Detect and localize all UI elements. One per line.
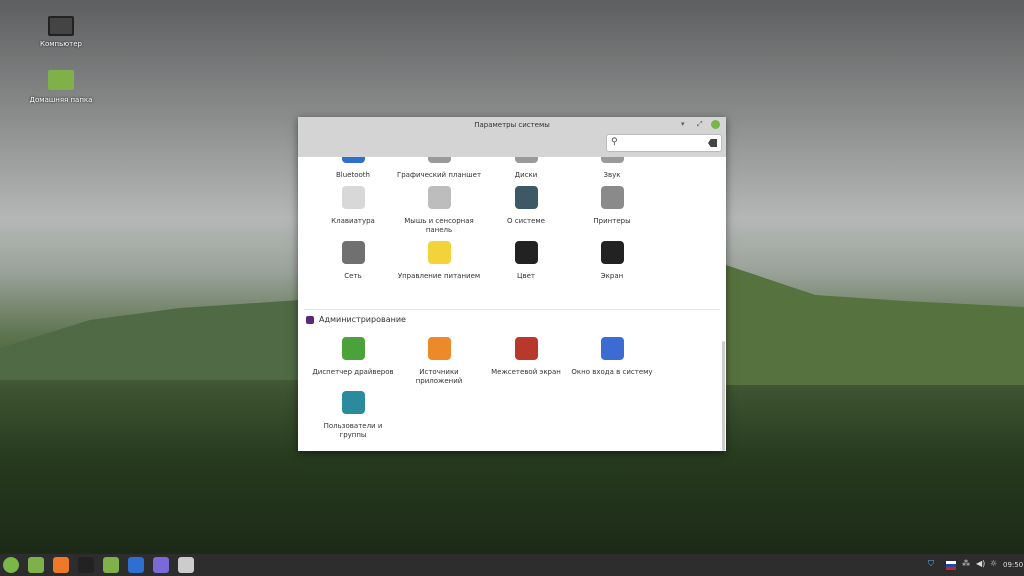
- show-desktop-icon[interactable]: [28, 557, 44, 573]
- terminal-icon[interactable]: [78, 557, 94, 573]
- settings-item-label: О системе: [507, 217, 545, 225]
- desktop-icon-label: Компьютер: [40, 40, 82, 48]
- settings-item-icon: [514, 337, 538, 360]
- settings-item-icon: [427, 241, 451, 264]
- settings-item-icon: [341, 337, 365, 360]
- shield-icon[interactable]: ⛉: [928, 559, 934, 569]
- network-icon[interactable]: ⁂: [962, 559, 970, 568]
- settings-item[interactable]: Сеть: [310, 241, 396, 281]
- settings-item-icon: [427, 186, 451, 209]
- settings-item-icon: [514, 241, 538, 264]
- settings-item-label: Экран: [600, 272, 624, 280]
- settings-item-label: Мышь и сенсорная панель: [404, 217, 474, 234]
- settings-item[interactable]: О системе: [483, 186, 569, 226]
- settings-item[interactable]: Принтеры: [569, 186, 655, 226]
- files-icon[interactable]: [103, 557, 119, 573]
- settings-item-label: Bluetooth: [336, 171, 370, 179]
- text-editor-icon[interactable]: [153, 557, 169, 573]
- settings-item[interactable]: Клавиатура: [310, 186, 396, 226]
- settings-item-icon: [600, 241, 624, 264]
- maximize-button[interactable]: ⤢: [697, 120, 703, 129]
- settings-item[interactable]: Экран: [569, 241, 655, 281]
- settings-item[interactable]: Межсетевой экран: [483, 337, 569, 377]
- settings-item-icon: [514, 157, 538, 163]
- screenshot-icon[interactable]: [128, 557, 144, 573]
- settings-item-label: Графический планшет: [396, 171, 482, 179]
- firefox-icon[interactable]: [53, 557, 69, 573]
- settings-item-icon: [341, 186, 365, 209]
- settings-item-label: Источники приложений: [415, 368, 463, 385]
- settings-item[interactable]: Источники приложений: [396, 337, 482, 386]
- settings-item-icon: [341, 241, 365, 264]
- settings-item-icon: [600, 186, 624, 209]
- settings-item[interactable]: Диспетчер драйверов: [310, 337, 396, 377]
- settings-item-icon: [514, 186, 538, 209]
- settings-item-label: Управление питанием: [397, 272, 481, 280]
- titlebar: Параметры системы ▾ ⤢ ⚲: [298, 117, 726, 157]
- clear-search-icon[interactable]: [708, 139, 717, 147]
- settings-item-label: Окно входа в систему: [571, 368, 653, 376]
- settings-item[interactable]: Графический планшет: [396, 157, 482, 180]
- settings-item-label: Звук: [603, 171, 621, 179]
- mint-menu-icon[interactable]: [3, 557, 19, 573]
- settings-window: Параметры системы ▾ ⤢ ⚲ Администрировани…: [298, 117, 726, 451]
- settings-item[interactable]: Пользователи и группы: [310, 391, 396, 440]
- settings-item-icon: [427, 337, 451, 360]
- desktop-icon-label: Домашняя папка: [29, 96, 93, 104]
- settings-item[interactable]: Мышь и сенсорная панель: [396, 186, 482, 235]
- settings-item[interactable]: Звук: [569, 157, 655, 180]
- settings-item-label: Цвет: [517, 272, 535, 280]
- close-button[interactable]: [711, 120, 720, 129]
- settings-item-icon: [341, 157, 365, 163]
- settings-item-icon: [427, 157, 451, 163]
- folder-icon: [48, 70, 74, 90]
- monitor-icon: [48, 16, 74, 36]
- desktop-icon-home[interactable]: Домашняя папка: [21, 70, 101, 104]
- system-settings-icon[interactable]: [178, 557, 194, 573]
- desktop-icon-computer[interactable]: Компьютер: [21, 16, 101, 48]
- settings-item[interactable]: Управление питанием: [396, 241, 482, 281]
- window-title: Параметры системы: [474, 121, 550, 129]
- section-header-admin: Администрирование: [306, 315, 406, 324]
- section-divider: [304, 309, 720, 310]
- search-icon: ⚲: [611, 137, 618, 147]
- settings-item[interactable]: Bluetooth: [310, 157, 396, 180]
- settings-item-label: Принтеры: [593, 217, 631, 225]
- keyboard-layout-flag[interactable]: [946, 561, 956, 570]
- settings-item-label: Диски: [514, 171, 538, 179]
- volume-icon[interactable]: ◀): [976, 559, 985, 568]
- settings-item-icon: [341, 391, 365, 414]
- settings-item[interactable]: Цвет: [483, 241, 569, 281]
- minimize-button[interactable]: ▾: [681, 120, 685, 128]
- search-input[interactable]: ⚲: [606, 134, 722, 152]
- hills: [0, 300, 300, 380]
- settings-item-label: Пользователи и группы: [323, 422, 383, 439]
- settings-item-icon: [600, 157, 624, 163]
- admin-section-icon: [306, 315, 314, 324]
- settings-item[interactable]: Диски: [483, 157, 569, 180]
- settings-item-label: Клавиатура: [331, 217, 375, 225]
- settings-item-icon: [600, 337, 624, 360]
- clock[interactable]: 09:50: [1003, 561, 1023, 569]
- scrollbar[interactable]: [722, 341, 725, 451]
- brightness-icon[interactable]: ☼: [990, 559, 997, 568]
- settings-item-label: Межсетевой экран: [491, 368, 561, 376]
- settings-item-label: Диспетчер драйверов: [312, 368, 394, 376]
- section-title: Администрирование: [319, 315, 406, 324]
- hills-right: [726, 265, 1024, 385]
- settings-content: Администрирование Bluetooth Графический п…: [298, 157, 726, 451]
- settings-item[interactable]: Окно входа в систему: [569, 337, 655, 377]
- settings-item-label: Сеть: [344, 272, 362, 280]
- taskbar: ⛉ ⁂ ◀) ☼ 09:50: [0, 554, 1024, 576]
